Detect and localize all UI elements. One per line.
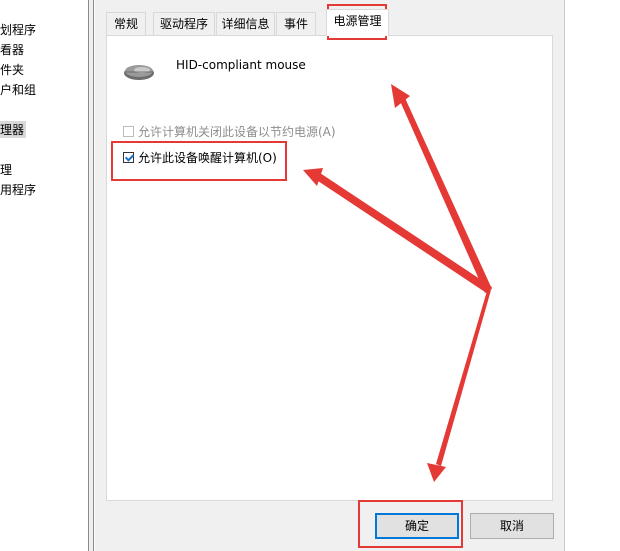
device-name: HID-compliant mouse: [176, 58, 306, 72]
allow-wake-checkbox[interactable]: [123, 152, 134, 163]
tab-driver[interactable]: 驱动程序: [153, 12, 215, 35]
allow-power-off-checkbox[interactable]: [123, 126, 134, 137]
bg-item-services-apps[interactable]: 用程序: [0, 181, 36, 198]
tab-details[interactable]: 详细信息: [216, 12, 275, 35]
bg-item-management[interactable]: 理: [0, 161, 12, 178]
cancel-button[interactable]: 取消: [470, 513, 554, 539]
tab-power-management[interactable]: 电源管理: [326, 9, 389, 36]
tab-general[interactable]: 常规: [106, 12, 146, 35]
window-border: [88, 0, 94, 551]
allow-power-off-option: 允许计算机关闭此设备以节约电源(A): [123, 123, 336, 140]
bg-item-users-groups[interactable]: 户和组: [0, 81, 36, 98]
power-management-panel: HID-compliant mouse 允许计算机关闭此设备以节约电源(A) 允…: [106, 35, 553, 501]
bg-item-event-viewer[interactable]: 看器: [0, 41, 24, 58]
device-properties-dialog: 常规 驱动程序 详细信息 事件 电源管理 HID-compliant mouse…: [95, 0, 565, 551]
allow-wake-option: 允许此设备唤醒计算机(O): [123, 149, 277, 166]
allow-power-off-label: 允许计算机关闭此设备以节约电源(A): [138, 125, 336, 139]
mouse-icon: [124, 65, 154, 80]
bg-item-task-scheduler[interactable]: 划程序: [0, 21, 36, 38]
allow-wake-label[interactable]: 允许此设备唤醒计算机(O): [138, 149, 277, 166]
bg-item-device-manager[interactable]: 理器: [0, 121, 27, 138]
bg-item-shared-folders[interactable]: 件夹: [0, 61, 24, 78]
ok-button[interactable]: 确定: [375, 513, 459, 539]
tab-events[interactable]: 事件: [276, 12, 316, 35]
background-window: 划程序 看器 件夹 户和组 理器 理 用程序: [0, 0, 88, 551]
